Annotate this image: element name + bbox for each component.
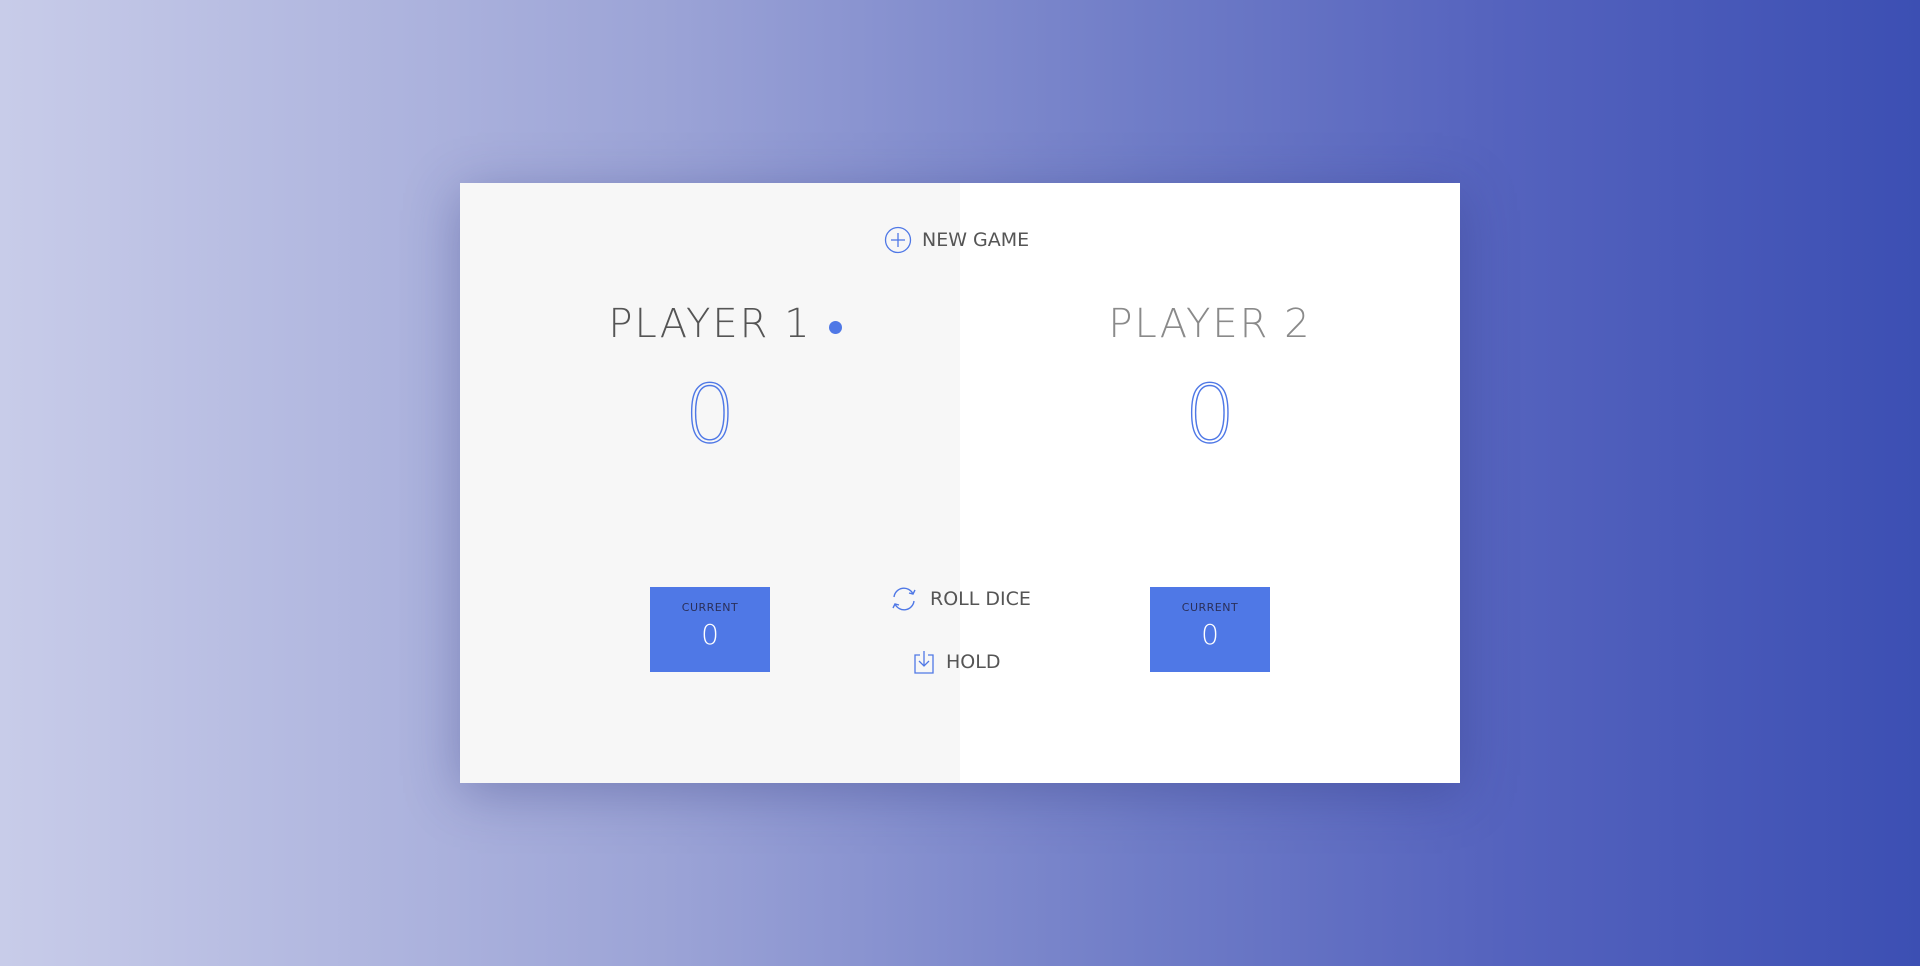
game-board: PLAYER 1 0 CURRENT 0 PLAYER 2 0 CURRENT …: [460, 183, 1460, 783]
player-2-current-label: CURRENT: [1181, 601, 1239, 614]
player-2-score: 0: [960, 367, 1460, 461]
plus-circle-icon: [884, 226, 922, 254]
new-game-label: NEW GAME: [922, 229, 1030, 251]
download-icon: [912, 649, 946, 675]
roll-dice-label: ROLL DICE: [930, 588, 1031, 610]
player-1-score-value: 0: [684, 367, 736, 461]
player-2-current-score: 0: [1201, 618, 1219, 651]
player-1-current-box: CURRENT 0: [650, 587, 770, 672]
player-2-panel: PLAYER 2 0 CURRENT 0: [960, 183, 1460, 783]
active-player-dot-icon: [829, 321, 842, 334]
player-1-score: 0: [460, 367, 960, 461]
player-1-name: PLAYER 1: [608, 301, 812, 347]
player-2-name: PLAYER 2: [1108, 301, 1312, 347]
roll-dice-button[interactable]: ROLL DICE: [888, 584, 1031, 614]
player-1-panel: PLAYER 1 0 CURRENT 0: [460, 183, 960, 783]
player-1-current-label: CURRENT: [681, 601, 739, 614]
player-2-current-box: CURRENT 0: [1150, 587, 1270, 672]
player-1-current-score: 0: [701, 618, 719, 651]
refresh-icon: [888, 584, 930, 614]
hold-label: HOLD: [946, 651, 1001, 673]
hold-button[interactable]: HOLD: [912, 649, 1000, 675]
player-2-score-value: 0: [1184, 367, 1236, 461]
new-game-button[interactable]: NEW GAME: [884, 226, 1029, 254]
